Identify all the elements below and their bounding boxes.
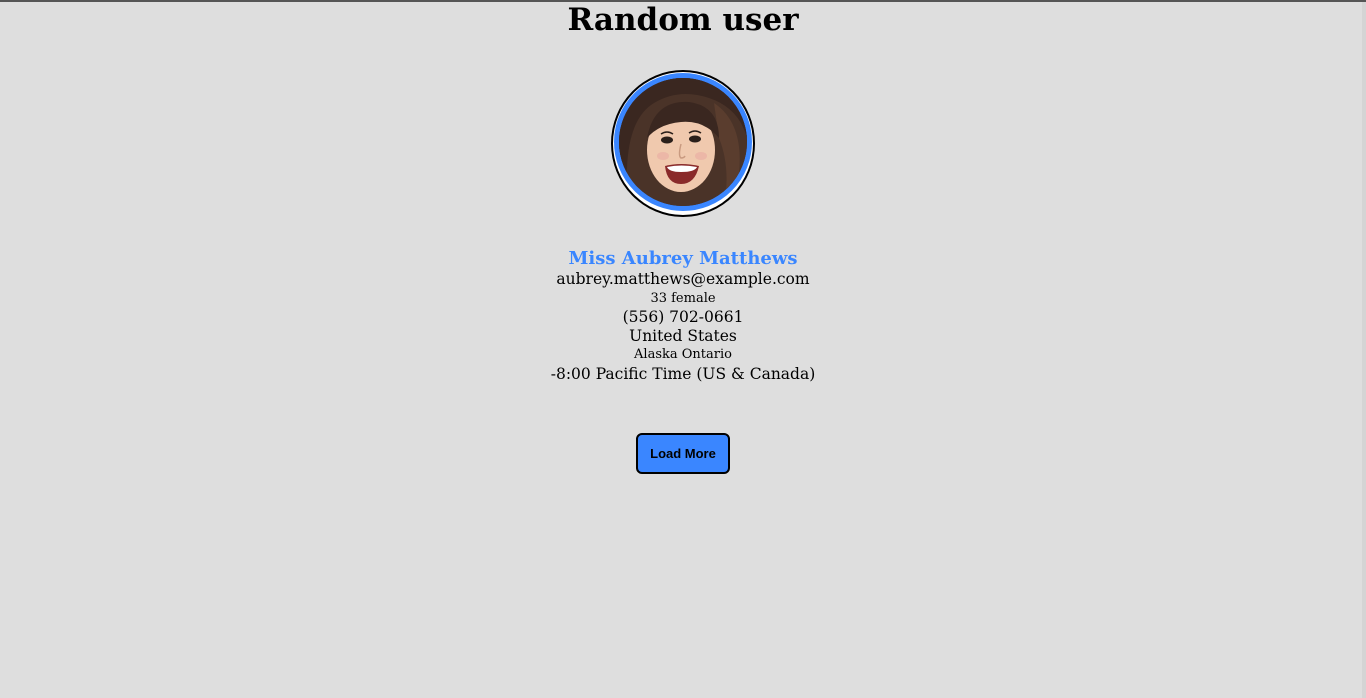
load-more-button[interactable]: Load More xyxy=(636,433,730,474)
user-country: United States xyxy=(629,327,737,345)
user-name: Miss Aubrey Matthews xyxy=(568,248,798,269)
user-age-gender: 33 female xyxy=(650,291,716,306)
user-phone: (556) 702-0661 xyxy=(622,308,744,326)
page-title: Random user xyxy=(567,2,799,38)
random-user-page: Random user Miss Aubrey Matthews aubrey.… xyxy=(0,2,1366,474)
avatar-photo xyxy=(619,78,747,206)
scrollbar-track[interactable] xyxy=(1362,2,1366,698)
user-region: Alaska Ontario xyxy=(634,347,732,362)
user-timezone: -8:00 Pacific Time (US & Canada) xyxy=(550,365,816,383)
avatar xyxy=(614,73,752,211)
avatar-frame xyxy=(611,70,755,217)
user-email: aubrey.matthews@example.com xyxy=(556,270,810,288)
